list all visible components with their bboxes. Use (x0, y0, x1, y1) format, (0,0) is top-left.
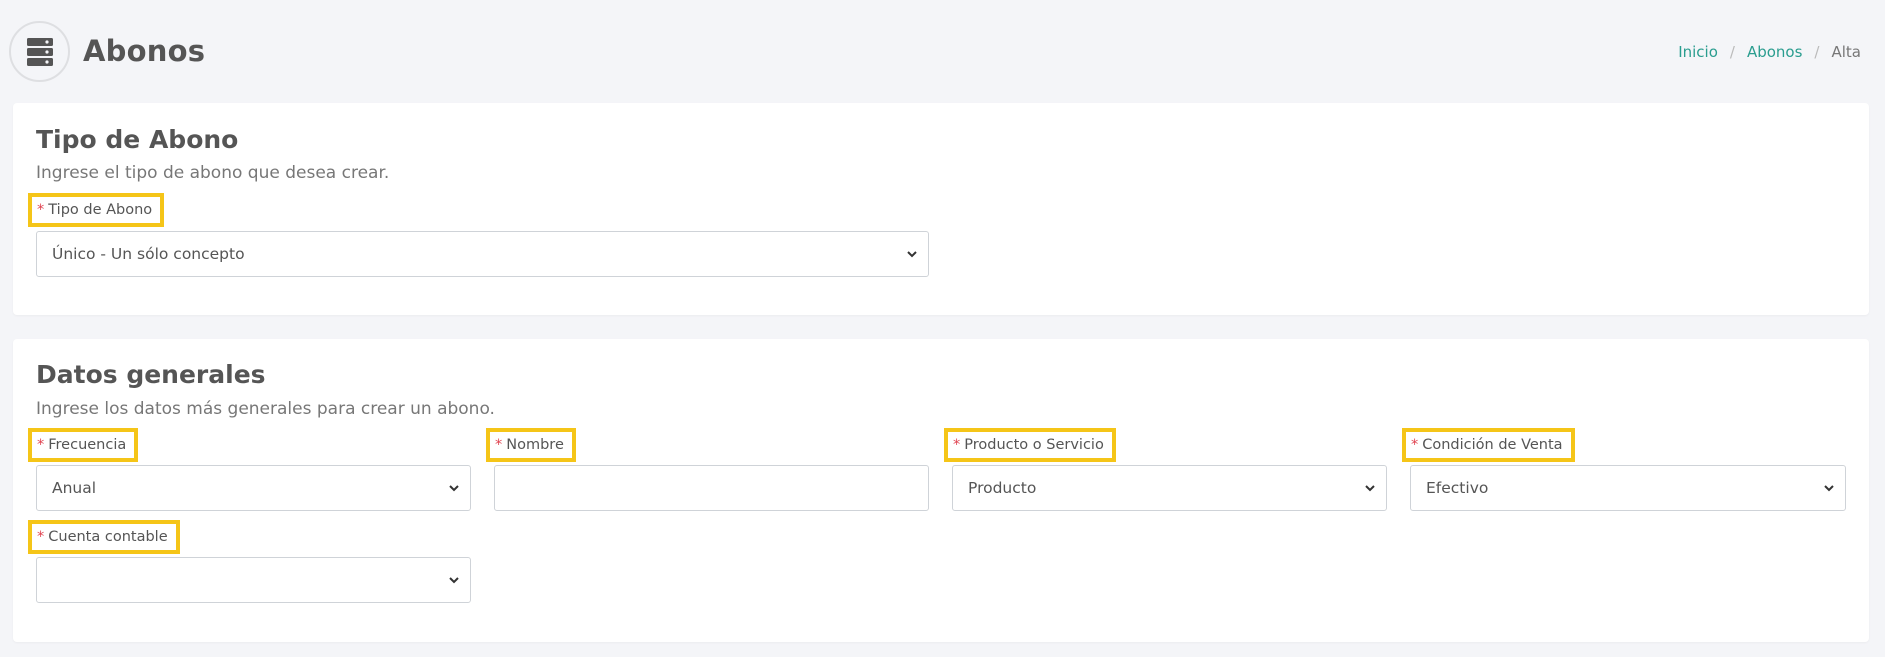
chevron-down-icon (907, 251, 917, 258)
producto-servicio-select[interactable]: Producto (952, 465, 1387, 511)
tipo-abono-value: Único - Un sólo concepto (52, 245, 245, 263)
required-marker: * (37, 202, 45, 218)
condicion-venta-value: Efectivo (1426, 479, 1489, 497)
required-marker: * (37, 437, 45, 453)
required-marker: * (495, 437, 503, 453)
producto-servicio-value: Producto (968, 479, 1037, 497)
required-marker: * (37, 529, 45, 545)
breadcrumb: Inicio / Abonos / Alta (1678, 43, 1861, 61)
page-title: Abonos (83, 34, 206, 68)
chevron-down-icon (449, 485, 459, 492)
card-title: Tipo de Abono (36, 125, 239, 154)
nombre-label: * Nombre (486, 428, 576, 462)
required-marker: * (953, 437, 961, 453)
condicion-venta-select[interactable]: Efectivo (1410, 465, 1846, 511)
tipo-abono-label: * Tipo de Abono (27, 193, 165, 227)
card-title: Datos generales (36, 360, 266, 389)
page-header: Abonos Inicio / Abonos / Alta (0, 0, 1885, 104)
chevron-down-icon (449, 577, 459, 584)
condicion-venta-label: * Condición de Venta (1402, 428, 1575, 462)
card-subtitle: Ingrese el tipo de abono que desea crear… (36, 163, 390, 183)
tipo-abono-card: Tipo de Abono Ingrese el tipo de abono q… (13, 103, 1869, 315)
server-stack-icon (9, 21, 70, 82)
frecuencia-label: * Frecuencia (27, 428, 139, 462)
breadcrumb-abonos[interactable]: Abonos (1747, 43, 1802, 61)
nombre-input[interactable] (494, 465, 929, 511)
producto-servicio-label: * Producto o Servicio (944, 428, 1116, 462)
breadcrumb-separator: / (1729, 43, 1735, 61)
frecuencia-select[interactable]: Anual (36, 465, 471, 511)
cuenta-contable-label: * Cuenta contable (28, 520, 180, 554)
chevron-down-icon (1365, 485, 1375, 492)
frecuencia-value: Anual (52, 479, 97, 497)
breadcrumb-current: Alta (1831, 43, 1861, 61)
card-subtitle: Ingrese los datos más generales para cre… (36, 399, 495, 419)
datos-generales-card: Datos generales Ingrese los datos más ge… (13, 339, 1869, 642)
chevron-down-icon (1824, 485, 1834, 492)
breadcrumb-separator: / (1814, 43, 1820, 61)
breadcrumb-inicio[interactable]: Inicio (1678, 43, 1718, 61)
cuenta-contable-select[interactable] (36, 557, 471, 603)
required-marker: * (1411, 437, 1419, 453)
tipo-abono-select[interactable]: Único - Un sólo concepto (36, 231, 929, 277)
